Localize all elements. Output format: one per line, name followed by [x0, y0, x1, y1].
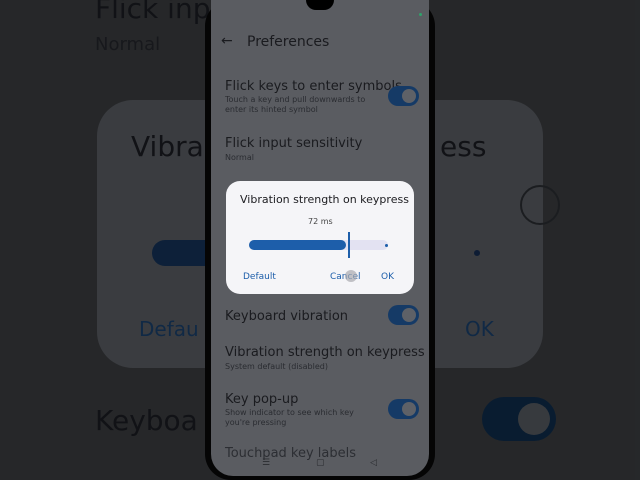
vibration-strength-title[interactable]: Vibration strength on keypress [225, 345, 425, 360]
status-dot-icon [419, 13, 422, 16]
flick-sensitivity-title[interactable]: Flick input sensitivity [225, 136, 362, 151]
key-popup-subtitle: Show indicator to see which key you're p… [225, 408, 354, 427]
flick-keys-subtitle: Touch a key and pull downwards to enter … [225, 95, 366, 114]
touch-indicator [345, 270, 357, 282]
default-button[interactable]: Default [243, 272, 276, 282]
dialog-title: Vibration strength on keypress [240, 193, 409, 206]
flick-sensitivity-subtitle: Normal [225, 153, 254, 162]
slider-thumb[interactable] [348, 232, 350, 258]
touchpad-key-labels-title[interactable]: Touchpad key labels [225, 446, 356, 461]
ok-button[interactable]: OK [381, 272, 394, 282]
back-arrow-icon[interactable]: ← [221, 33, 233, 49]
flick-keys-title[interactable]: Flick keys to enter symbols [225, 79, 402, 94]
back-nav-icon[interactable]: ◁ [370, 458, 377, 468]
slider-end-dot-icon [385, 244, 388, 247]
keyboard-vibration-toggle[interactable] [388, 305, 419, 325]
keyboard-vibration-title[interactable]: Keyboard vibration [225, 309, 348, 324]
flick-keys-toggle[interactable] [388, 86, 419, 106]
vibration-strength-subtitle: System default (disabled) [225, 362, 328, 371]
key-popup-toggle[interactable] [388, 399, 419, 419]
home-nav-icon[interactable]: ▢ [316, 458, 325, 468]
menu-nav-icon[interactable]: ☰ [262, 458, 270, 468]
page-title: Preferences [247, 34, 330, 50]
slider-fill[interactable] [249, 240, 346, 250]
key-popup-title[interactable]: Key pop-up [225, 392, 298, 407]
slider-value-label: 72 ms [308, 217, 333, 226]
